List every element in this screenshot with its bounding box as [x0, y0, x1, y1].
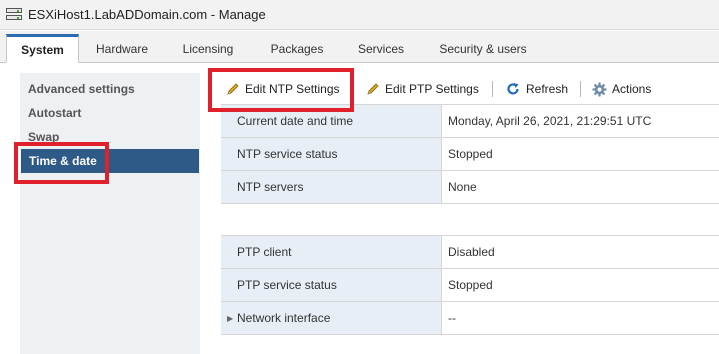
- property-name: PTP client: [221, 236, 441, 268]
- property-name: NTP service status: [221, 138, 441, 170]
- edit-ntp-settings-button[interactable]: Edit NTP Settings: [226, 78, 340, 100]
- tab-packages[interactable]: Packages: [258, 34, 336, 63]
- refresh-button[interactable]: Refresh: [506, 78, 568, 100]
- table-row: PTP service status Stopped: [221, 269, 719, 302]
- expand-arrow-icon[interactable]: ▶: [227, 314, 233, 323]
- sidebar-item-time-date[interactable]: Time & date: [21, 149, 199, 173]
- actions-button[interactable]: Actions: [592, 78, 651, 100]
- tab-security-users[interactable]: Security & users: [426, 34, 540, 63]
- property-name: PTP service status: [221, 269, 441, 301]
- table-row: NTP servers None: [221, 171, 719, 204]
- edit-ptp-settings-button[interactable]: Edit PTP Settings: [366, 78, 479, 100]
- title-bar: ESXiHost1.LabADDomain.com - Manage: [0, 0, 719, 30]
- ntp-properties-table: Current date and time Monday, April 26, …: [221, 104, 719, 204]
- sidebar-item-swap[interactable]: Swap: [20, 125, 200, 149]
- gear-icon: [592, 81, 607, 97]
- refresh-icon: [507, 83, 519, 95]
- sidebar: Advanced settings Autostart Swap Time & …: [20, 73, 200, 354]
- property-value: Disabled: [441, 236, 719, 268]
- property-value: Stopped: [441, 138, 719, 170]
- property-value: Stopped: [441, 269, 719, 301]
- pencil-icon: [367, 83, 379, 95]
- property-value: None: [441, 171, 719, 203]
- edit-ntp-settings-label: Edit NTP Settings: [245, 82, 340, 96]
- toolbar-divider: [492, 81, 493, 97]
- property-name: Network interface: [237, 311, 331, 325]
- tab-system[interactable]: System: [6, 34, 79, 63]
- pencil-icon: [227, 83, 239, 95]
- edit-ptp-settings-label: Edit PTP Settings: [385, 82, 479, 96]
- property-value: --: [441, 302, 719, 334]
- refresh-label: Refresh: [526, 82, 569, 96]
- toolbar: Edit NTP Settings Edit PTP Settings Refr…: [210, 72, 719, 106]
- server-host-icon: [6, 7, 22, 22]
- table-row: ▶ Network interface --: [221, 302, 719, 335]
- sidebar-item-advanced-settings[interactable]: Advanced settings: [20, 77, 200, 101]
- table-row: PTP client Disabled: [221, 236, 719, 269]
- tab-services[interactable]: Services: [344, 34, 418, 63]
- property-value: Monday, April 26, 2021, 21:29:51 UTC: [441, 105, 719, 137]
- ptp-properties-table: PTP client Disabled PTP service status S…: [221, 235, 719, 335]
- sidebar-item-autostart[interactable]: Autostart: [20, 101, 200, 125]
- window-title: ESXiHost1.LabADDomain.com - Manage: [28, 7, 266, 22]
- network-interface-row-header[interactable]: ▶ Network interface: [221, 302, 441, 334]
- table-row: NTP service status Stopped: [221, 138, 719, 171]
- actions-label: Actions: [612, 82, 652, 96]
- property-name: Current date and time: [221, 105, 441, 137]
- toolbar-divider: [580, 81, 581, 97]
- tab-hardware[interactable]: Hardware: [82, 34, 162, 63]
- tab-licensing[interactable]: Licensing: [166, 34, 250, 63]
- property-name: NTP servers: [221, 171, 441, 203]
- tab-bar: System Hardware Licensing Packages Servi…: [0, 31, 719, 63]
- table-row: Current date and time Monday, April 26, …: [221, 105, 719, 138]
